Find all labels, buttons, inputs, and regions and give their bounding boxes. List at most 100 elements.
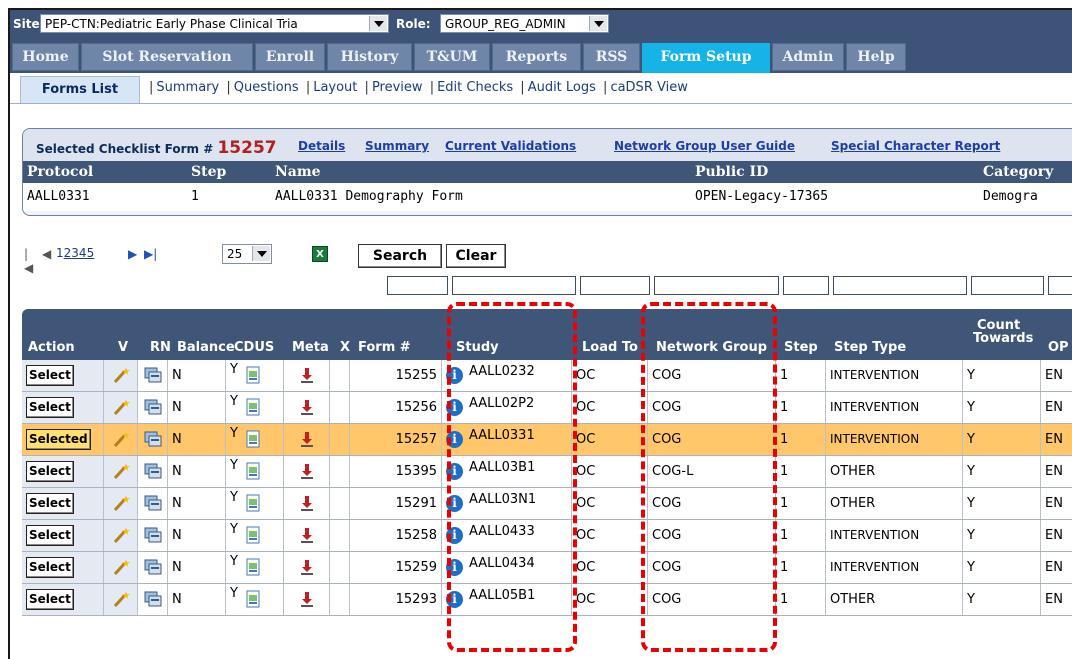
document-icon[interactable] [244,430,262,448]
select-button[interactable]: Select [26,557,74,578]
download-icon[interactable] [298,494,316,512]
document-icon[interactable] [244,366,262,384]
site-select[interactable]: PEP-CTN:Pediatric Early Phase Clinical T… [40,14,389,33]
filter-step-type[interactable] [833,276,967,295]
document-icon[interactable] [244,462,262,480]
magic-wand-icon[interactable] [112,398,130,416]
forms-report-icon[interactable] [144,590,162,608]
download-icon[interactable] [298,366,316,384]
document-icon[interactable] [244,558,262,576]
subnav-preview[interactable]: Preview [372,80,423,95]
last-page-icon[interactable]: ▶| [144,247,157,261]
link-network-group-user-guide[interactable]: Network Group User Guide [614,139,795,153]
hdr-v[interactable]: V [118,340,128,355]
hdr-meta[interactable]: Meta [292,340,329,355]
magic-wand-icon[interactable] [112,494,130,512]
tab-tum[interactable]: T&UM [414,43,490,71]
hdr-step-type[interactable]: Step Type [834,340,906,355]
subnav-audit-logs[interactable]: Audit Logs [528,80,596,95]
subtab-forms-list[interactable]: Forms List [20,76,140,103]
subnav-questions[interactable]: Questions [234,80,299,95]
hdr-balance[interactable]: Balance [177,340,235,355]
tab-help[interactable]: Help [846,43,906,71]
hdr-action[interactable]: Action [28,340,75,355]
chevron-down-icon[interactable] [369,16,387,31]
document-icon[interactable] [244,494,262,512]
tab-reports[interactable]: Reports [492,43,581,71]
select-button[interactable]: Selected [26,429,91,450]
document-icon[interactable] [244,526,262,544]
prev-page-icon[interactable]: ◀ [42,247,51,261]
magic-wand-icon[interactable] [112,526,130,544]
next-page-icon[interactable]: ▶ [128,247,137,261]
magic-wand-icon[interactable] [112,590,130,608]
tab-form-setup[interactable]: Form Setup [642,43,770,73]
download-icon[interactable] [298,590,316,608]
select-button[interactable]: Select [26,589,74,610]
filter-count-towards[interactable] [971,276,1044,295]
link-special-character-report[interactable]: Special Character Report [831,139,1000,153]
download-icon[interactable] [298,558,316,576]
search-button[interactable]: Search [358,244,442,268]
select-button[interactable]: Select [26,461,74,482]
forms-report-icon[interactable] [144,462,162,480]
hdr-form-number[interactable]: Form # [358,340,411,355]
page-4[interactable]: 4 [79,246,87,260]
filter-form-number[interactable] [387,276,448,295]
document-icon[interactable] [244,398,262,416]
chevron-down-icon[interactable] [252,246,270,261]
link-current-validations[interactable]: Current Validations [445,139,576,153]
download-icon[interactable] [298,462,316,480]
tab-admin[interactable]: Admin [772,43,844,71]
tab-slot-reservation[interactable]: Slot Reservation [81,43,253,71]
excel-export-icon[interactable]: X [312,246,328,262]
subnav-cadsr-view[interactable]: caDSR View [610,80,687,95]
chevron-down-icon[interactable] [589,16,607,31]
select-button[interactable]: Select [26,493,74,514]
tab-history[interactable]: History [327,43,412,71]
hdr-cdus[interactable]: CDUS [234,340,274,355]
hdr-count-towards[interactable]: Towards [973,331,1033,346]
hdr-x[interactable]: X [340,340,350,355]
download-icon[interactable] [298,526,316,544]
link-summary[interactable]: Summary [365,139,429,153]
document-icon[interactable] [244,590,262,608]
forms-report-icon[interactable] [144,526,162,544]
filter-step[interactable] [783,276,829,295]
magic-wand-icon[interactable] [112,430,130,448]
forms-report-icon[interactable] [144,430,162,448]
tab-rss[interactable]: RSS [583,43,640,71]
hdr-op[interactable]: OP [1048,340,1069,355]
magic-wand-icon[interactable] [112,366,130,384]
filter-study[interactable] [452,276,576,295]
magic-wand-icon[interactable] [112,558,130,576]
first-page-icon[interactable]: |◀ [24,247,33,275]
hdr-load-to[interactable]: Load To [582,340,644,355]
subnav-layout[interactable]: Layout [313,80,357,95]
tab-enroll[interactable]: Enroll [255,43,325,71]
subnav-summary[interactable]: Summary [156,80,219,95]
page-3[interactable]: 3 [71,246,79,260]
page-5[interactable]: 5 [87,246,95,260]
filter-load-to[interactable] [580,276,650,295]
hdr-step[interactable]: Step [784,340,818,355]
page-1[interactable]: 1 [56,246,64,260]
download-icon[interactable] [298,398,316,416]
hdr-rn[interactable]: RN [150,340,171,355]
link-details[interactable]: Details [298,139,345,153]
select-button[interactable]: Select [26,365,74,386]
page-size-select[interactable]: 25 [222,244,272,264]
select-button[interactable]: Select [26,397,74,418]
select-button[interactable]: Select [26,525,74,546]
filter-op[interactable] [1048,276,1072,295]
forms-report-icon[interactable] [144,366,162,384]
filter-network-group[interactable] [654,276,779,295]
download-icon[interactable] [298,430,316,448]
magic-wand-icon[interactable] [112,462,130,480]
forms-report-icon[interactable] [144,398,162,416]
tab-home[interactable]: Home [12,43,79,71]
subnav-edit-checks[interactable]: Edit Checks [437,80,513,95]
clear-button[interactable]: Clear [446,244,506,268]
forms-report-icon[interactable] [144,558,162,576]
forms-report-icon[interactable] [144,494,162,512]
